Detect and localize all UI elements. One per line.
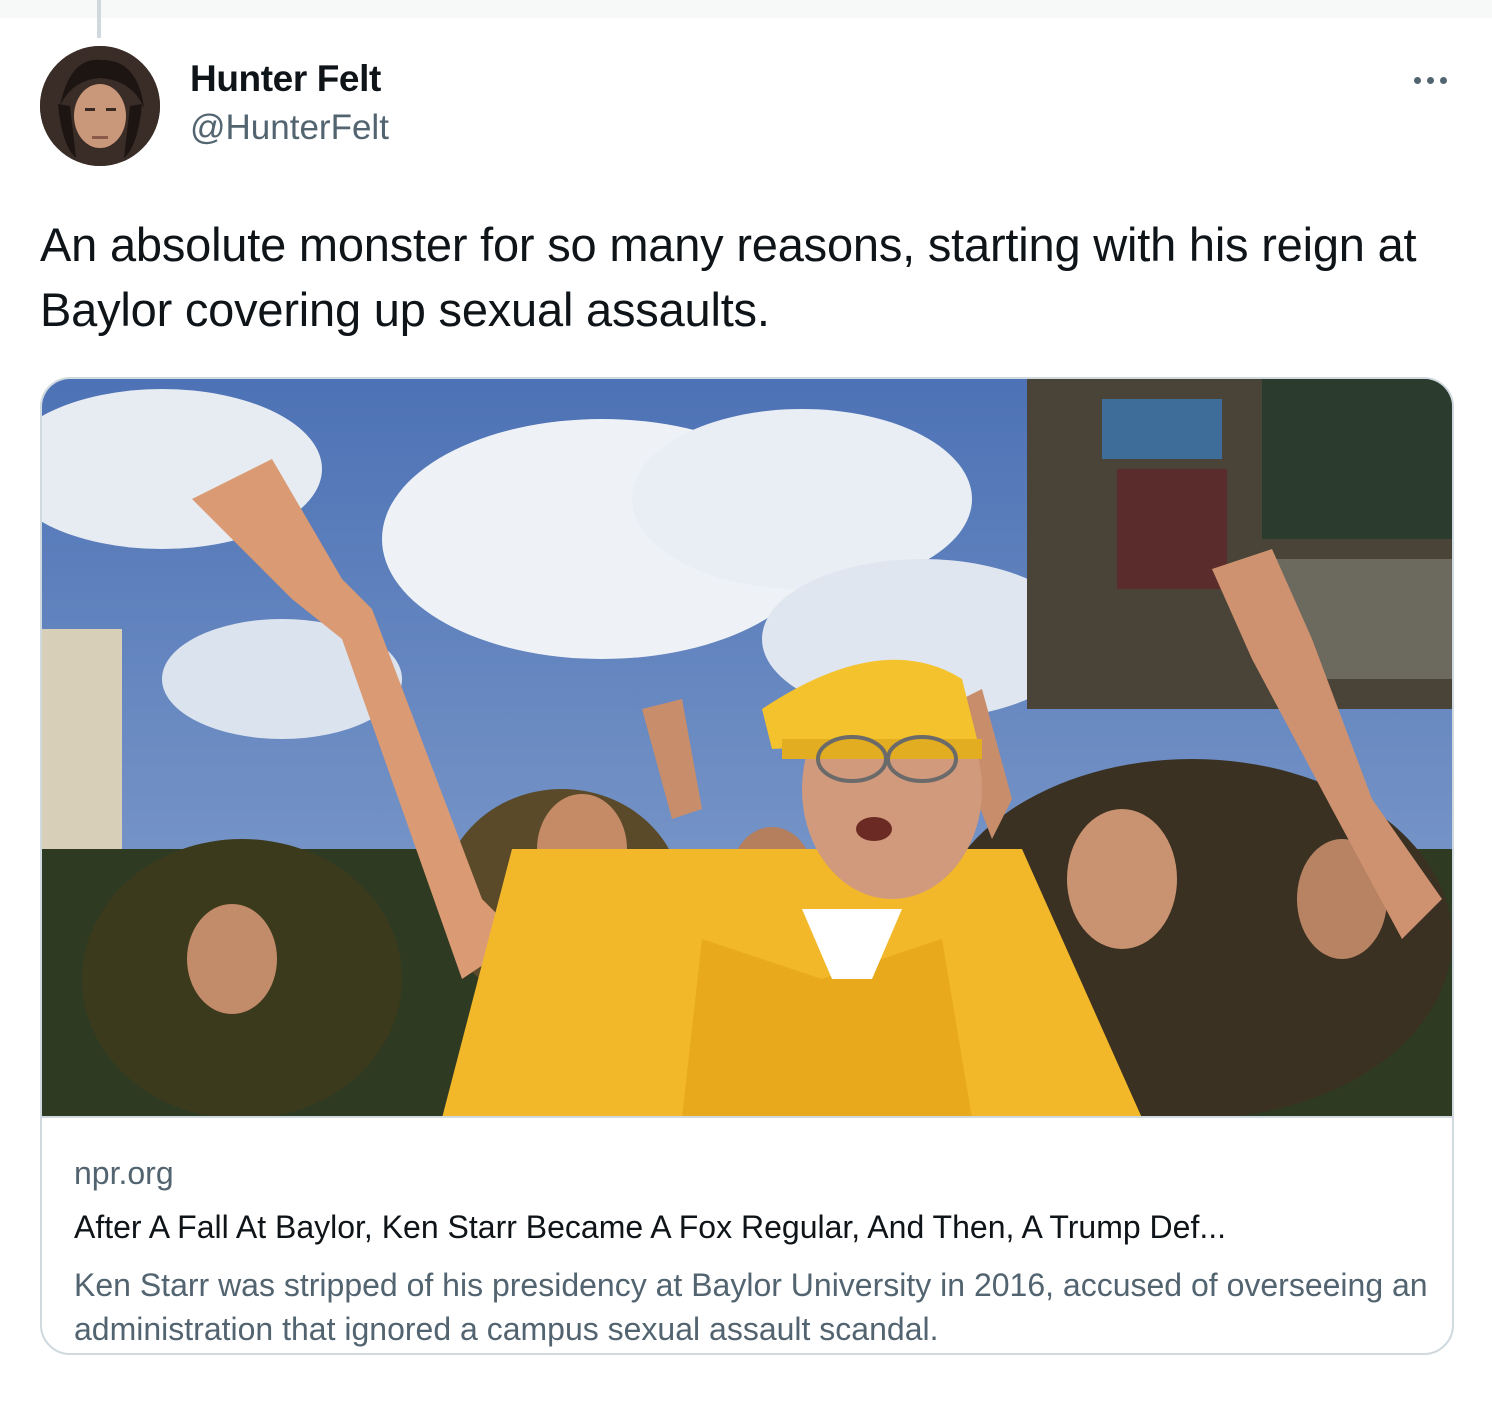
link-card-domain: npr.org (74, 1155, 174, 1191)
author-handle[interactable]: @HunterFelt (190, 108, 389, 148)
previous-tweet-area (0, 0, 1492, 18)
avatar-photo (40, 46, 160, 166)
author-avatar[interactable] (40, 46, 160, 166)
ellipsis-horizontal-icon (1413, 76, 1421, 84)
stadium-crowd-photo (42, 379, 1452, 1116)
ellipsis-dot (1426, 76, 1434, 84)
thread-connector-line (97, 0, 101, 38)
ellipsis-dot (1439, 76, 1447, 84)
author-name[interactable]: Hunter Felt (190, 58, 381, 100)
link-card-title: After A Fall At Baylor, Ken Starr Became… (74, 1209, 1227, 1245)
tweet-text: An absolute monster for so many reasons,… (40, 218, 1417, 336)
link-preview-card[interactable]: npr.org After A Fall At Baylor, Ken Star… (40, 377, 1454, 1355)
more-options-button[interactable] (1405, 60, 1455, 100)
link-card-description: Ken Starr was stripped of his presidency… (74, 1267, 1428, 1347)
link-card-image[interactable] (42, 379, 1452, 1118)
